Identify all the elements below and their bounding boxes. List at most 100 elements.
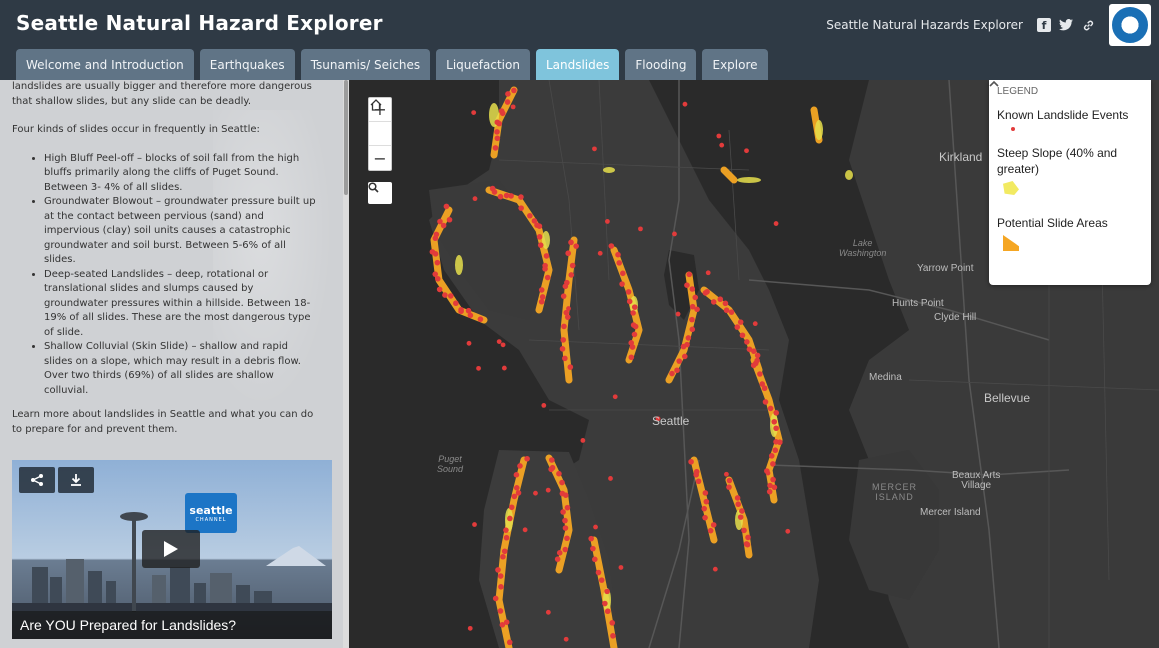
- landslide-event-marker[interactable]: [573, 243, 579, 249]
- landslide-event-marker[interactable]: [524, 455, 530, 462]
- landslide-event-marker[interactable]: [497, 573, 504, 579]
- landslide-event-marker[interactable]: [724, 471, 729, 477]
- landslide-event-marker[interactable]: [676, 358, 683, 364]
- landslide-event-marker[interactable]: [559, 479, 565, 486]
- landslide-event-marker[interactable]: [744, 541, 751, 548]
- landslide-event-marker[interactable]: [568, 239, 574, 246]
- landslide-event-marker[interactable]: [467, 312, 474, 319]
- landslide-event-marker[interactable]: [630, 310, 636, 316]
- landslide-event-marker[interactable]: [539, 294, 546, 300]
- landslide-event-marker[interactable]: [632, 323, 639, 330]
- landslide-event-marker[interactable]: [536, 223, 543, 229]
- landslide-event-marker[interactable]: [471, 110, 477, 115]
- landslide-event-marker[interactable]: [442, 292, 448, 298]
- landslide-event-marker[interactable]: [543, 253, 550, 259]
- landslide-event-marker[interactable]: [695, 478, 702, 485]
- tab-landslides[interactable]: Landslides: [535, 49, 620, 80]
- landslide-event-marker[interactable]: [705, 270, 711, 276]
- landslide-event-marker[interactable]: [567, 364, 574, 370]
- landslide-event-marker[interactable]: [538, 287, 545, 293]
- landslide-event-marker[interactable]: [507, 515, 513, 522]
- landslide-event-marker[interactable]: [517, 463, 523, 469]
- landslide-event-marker[interactable]: [432, 235, 439, 242]
- landslide-event-marker[interactable]: [477, 316, 484, 322]
- landslide-event-marker[interactable]: [750, 362, 757, 369]
- landslide-event-marker[interactable]: [744, 148, 749, 154]
- landslide-event-marker[interactable]: [443, 203, 450, 210]
- landslide-event-marker[interactable]: [610, 633, 616, 639]
- landslide-event-marker[interactable]: [527, 212, 533, 219]
- landslide-event-marker[interactable]: [508, 504, 515, 511]
- landslide-event-marker[interactable]: [446, 216, 453, 223]
- landslide-event-marker[interactable]: [494, 129, 500, 135]
- landslide-event-marker[interactable]: [513, 485, 520, 491]
- share-button[interactable]: [19, 467, 55, 493]
- landslide-event-marker[interactable]: [560, 337, 567, 343]
- landslide-event-marker[interactable]: [508, 193, 514, 199]
- landslide-event-marker[interactable]: [773, 221, 779, 226]
- landslide-event-marker[interactable]: [757, 371, 763, 377]
- landslide-event-marker[interactable]: [771, 484, 778, 491]
- landslide-event-marker[interactable]: [500, 342, 506, 348]
- landslide-event-marker[interactable]: [492, 595, 499, 602]
- map-view[interactable]: Kirkland Lake Washington Yarrow Point Hu…: [349, 80, 1159, 648]
- landslide-event-marker[interactable]: [501, 548, 508, 555]
- landslide-event-marker[interactable]: [631, 304, 638, 310]
- landslide-event-marker[interactable]: [545, 487, 551, 493]
- landslide-event-marker[interactable]: [684, 282, 690, 288]
- landslide-event-marker[interactable]: [499, 110, 506, 117]
- landslide-event-marker[interactable]: [476, 365, 481, 371]
- landslide-event-marker[interactable]: [723, 307, 730, 314]
- landslide-event-marker[interactable]: [562, 492, 569, 498]
- landslide-event-marker[interactable]: [432, 251, 439, 257]
- landslide-event-marker[interactable]: [598, 577, 605, 583]
- play-button[interactable]: [142, 530, 200, 568]
- landslide-event-marker[interactable]: [785, 528, 791, 534]
- landslide-event-marker[interactable]: [453, 300, 459, 307]
- landslide-event-marker[interactable]: [717, 296, 724, 303]
- twitter-icon[interactable]: [1059, 18, 1073, 32]
- landslide-event-marker[interactable]: [564, 314, 571, 320]
- landslide-event-marker[interactable]: [544, 274, 551, 281]
- landslide-event-marker[interactable]: [688, 458, 694, 465]
- landslide-event-marker[interactable]: [566, 306, 571, 311]
- landslide-event-marker[interactable]: [752, 321, 758, 327]
- landslide-event-marker[interactable]: [496, 120, 503, 127]
- tab-tsunamis[interactable]: Tsunamis/ Seiches: [300, 49, 431, 80]
- landslide-event-marker[interactable]: [703, 498, 710, 505]
- landslide-event-marker[interactable]: [518, 194, 524, 200]
- landslide-event-marker[interactable]: [693, 472, 700, 478]
- landslide-event-marker[interactable]: [593, 524, 598, 530]
- landslide-event-marker[interactable]: [562, 355, 568, 362]
- landslide-event-marker[interactable]: [745, 534, 751, 541]
- video-player[interactable]: seattle CHANNEL Are YOU Prepared for Lan…: [12, 460, 332, 639]
- landslide-event-marker[interactable]: [631, 331, 638, 338]
- landslide-event-marker[interactable]: [618, 565, 624, 570]
- landslide-event-marker[interactable]: [588, 535, 594, 542]
- landslide-event-marker[interactable]: [674, 367, 680, 374]
- landslide-event-marker[interactable]: [734, 495, 741, 501]
- landslide-event-marker[interactable]: [754, 357, 760, 364]
- landslide-event-marker[interactable]: [604, 608, 611, 615]
- landslide-event-marker[interactable]: [761, 385, 768, 392]
- map-search-button[interactable]: [368, 182, 392, 204]
- landslide-event-marker[interactable]: [556, 550, 563, 556]
- landslide-event-marker[interactable]: [626, 298, 633, 305]
- landslide-event-marker[interactable]: [765, 470, 771, 476]
- landslide-event-marker[interactable]: [504, 99, 511, 105]
- tab-flooding[interactable]: Flooding: [625, 49, 697, 80]
- landslide-event-marker[interactable]: [498, 583, 504, 590]
- landslide-event-marker[interactable]: [672, 231, 677, 237]
- landslide-event-marker[interactable]: [533, 490, 538, 496]
- landslide-event-marker[interactable]: [569, 262, 576, 269]
- landslide-event-marker[interactable]: [467, 625, 473, 631]
- landslide-event-marker[interactable]: [560, 293, 567, 299]
- landslide-event-marker[interactable]: [680, 343, 687, 350]
- landslide-event-marker[interactable]: [754, 352, 761, 359]
- landslide-event-marker[interactable]: [440, 222, 447, 229]
- landslide-event-marker[interactable]: [681, 353, 688, 360]
- landslide-event-marker[interactable]: [506, 639, 513, 646]
- landslide-event-marker[interactable]: [505, 91, 511, 97]
- landslide-event-marker[interactable]: [548, 457, 555, 463]
- landslide-event-marker[interactable]: [500, 553, 506, 560]
